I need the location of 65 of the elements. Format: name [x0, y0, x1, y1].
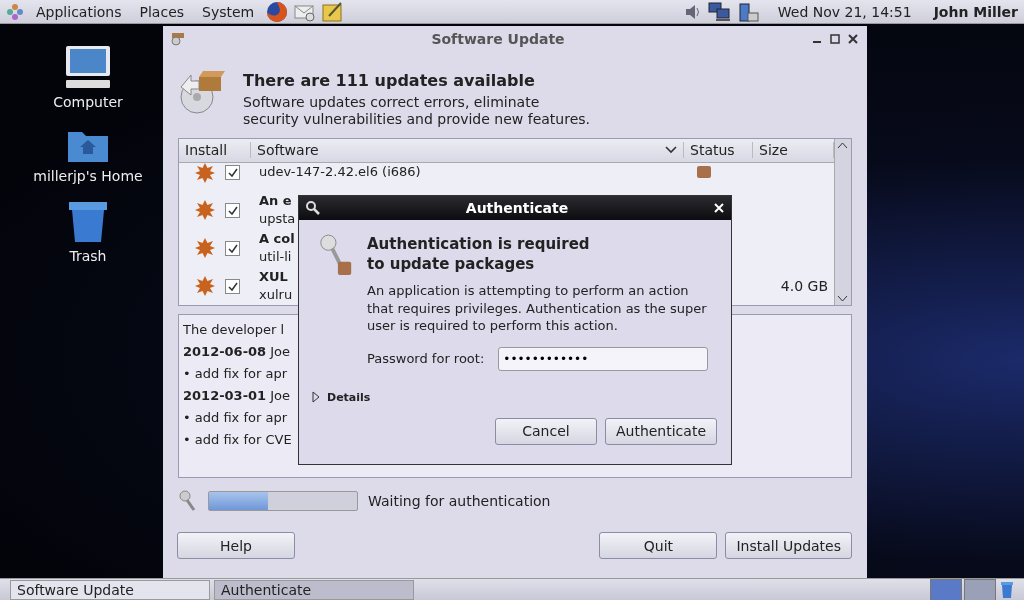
changelog-line: The developer l	[183, 321, 285, 339]
computer-icon[interactable]	[64, 44, 112, 90]
help-button[interactable]: Help	[177, 532, 295, 559]
cancel-button[interactable]: Cancel	[494, 417, 597, 445]
panel-menu[interactable]: System	[196, 3, 261, 20]
network-icon[interactable]	[707, 1, 732, 22]
desktop-icon-label[interactable]: Trash	[69, 248, 107, 264]
expander-icon[interactable]	[311, 391, 321, 403]
package-name: upsta	[259, 210, 296, 229]
user-name[interactable]: John Miller	[933, 3, 1018, 20]
maximize-icon[interactable]	[829, 32, 841, 45]
battery-icon[interactable]	[737, 0, 760, 23]
scrollbar[interactable]	[834, 139, 851, 305]
package-size: 4.0 GB	[780, 278, 828, 295]
update-icon	[195, 162, 215, 183]
trash-icon[interactable]	[67, 200, 109, 244]
package-summary: An e	[259, 192, 292, 211]
column-header[interactable]: Install	[179, 142, 251, 159]
updates-description: Software updates correct errors, eliminate security vulnerabilities and provide new features.	[243, 94, 591, 128]
progress-status: Waiting for authentication	[368, 493, 551, 509]
password-label: Password for root:	[367, 351, 485, 366]
notes-icon[interactable]	[322, 1, 345, 22]
install-checkbox[interactable]	[225, 278, 240, 294]
desktop-icon-label[interactable]: Computer	[53, 94, 123, 110]
changelog-line: • add fix for CVE	[183, 431, 292, 449]
desktop-icon-label[interactable]: millerjp's Home	[33, 168, 143, 184]
install-updates-button[interactable]: Install Updates	[725, 532, 852, 559]
update-icon	[195, 238, 215, 259]
dialog-message: An application is attempting to perform an action that requires privileges. Authentication as the super user is required to perform this action.	[367, 282, 708, 335]
volume-icon[interactable]	[683, 2, 702, 21]
browser-icon[interactable]	[266, 0, 289, 23]
chevron-icon[interactable]	[665, 146, 677, 155]
changelog-line: • add fix for apr	[183, 409, 287, 427]
update-icon	[195, 276, 215, 297]
authenticate-button[interactable]: Authenticate	[604, 417, 717, 445]
install-checkbox[interactable]	[225, 165, 240, 181]
details-expander[interactable]: Details	[311, 390, 731, 404]
panel-menu[interactable]: Places	[133, 3, 191, 20]
quit-button[interactable]: Quit	[599, 532, 718, 559]
dialog-heading: Authentication is required to update packages	[367, 234, 591, 274]
close-icon[interactable]	[847, 32, 859, 45]
update-icon	[195, 200, 215, 221]
package-summary: XUL	[259, 268, 288, 287]
install-checkbox[interactable]	[225, 240, 240, 256]
trash-icon[interactable]	[1000, 580, 1014, 599]
search-icon	[305, 200, 321, 216]
panel-menu[interactable]: Applications	[30, 3, 128, 20]
column-header[interactable]: Status	[684, 142, 753, 159]
changelog-line: 2012-03-01 Joe	[183, 387, 291, 405]
taskbar-button[interactable]: Software Update	[10, 579, 210, 600]
password-field[interactable]: ••••••••••••	[498, 346, 709, 371]
app-icon	[171, 31, 185, 46]
changelog-line: • add fix for apr	[183, 365, 287, 383]
install-checkbox[interactable]	[225, 202, 240, 218]
updates-heading: There are 111 updates available	[243, 71, 536, 90]
window-title: Software Update	[430, 30, 566, 47]
package-summary: A col	[259, 230, 295, 249]
taskbar-button[interactable]: Authenticate	[214, 579, 414, 600]
column-header[interactable]: Software	[251, 142, 684, 159]
changelog-line: 2012-06-08 Joe	[183, 343, 291, 361]
package-name: xulru	[259, 286, 293, 305]
dialog-title: Authenticate	[464, 200, 570, 216]
clock[interactable]: Wed Nov 21, 14:51	[777, 3, 912, 20]
package-name: udev-147-2.42.el6 (i686)	[259, 162, 421, 181]
package-name: util-li	[259, 248, 292, 267]
